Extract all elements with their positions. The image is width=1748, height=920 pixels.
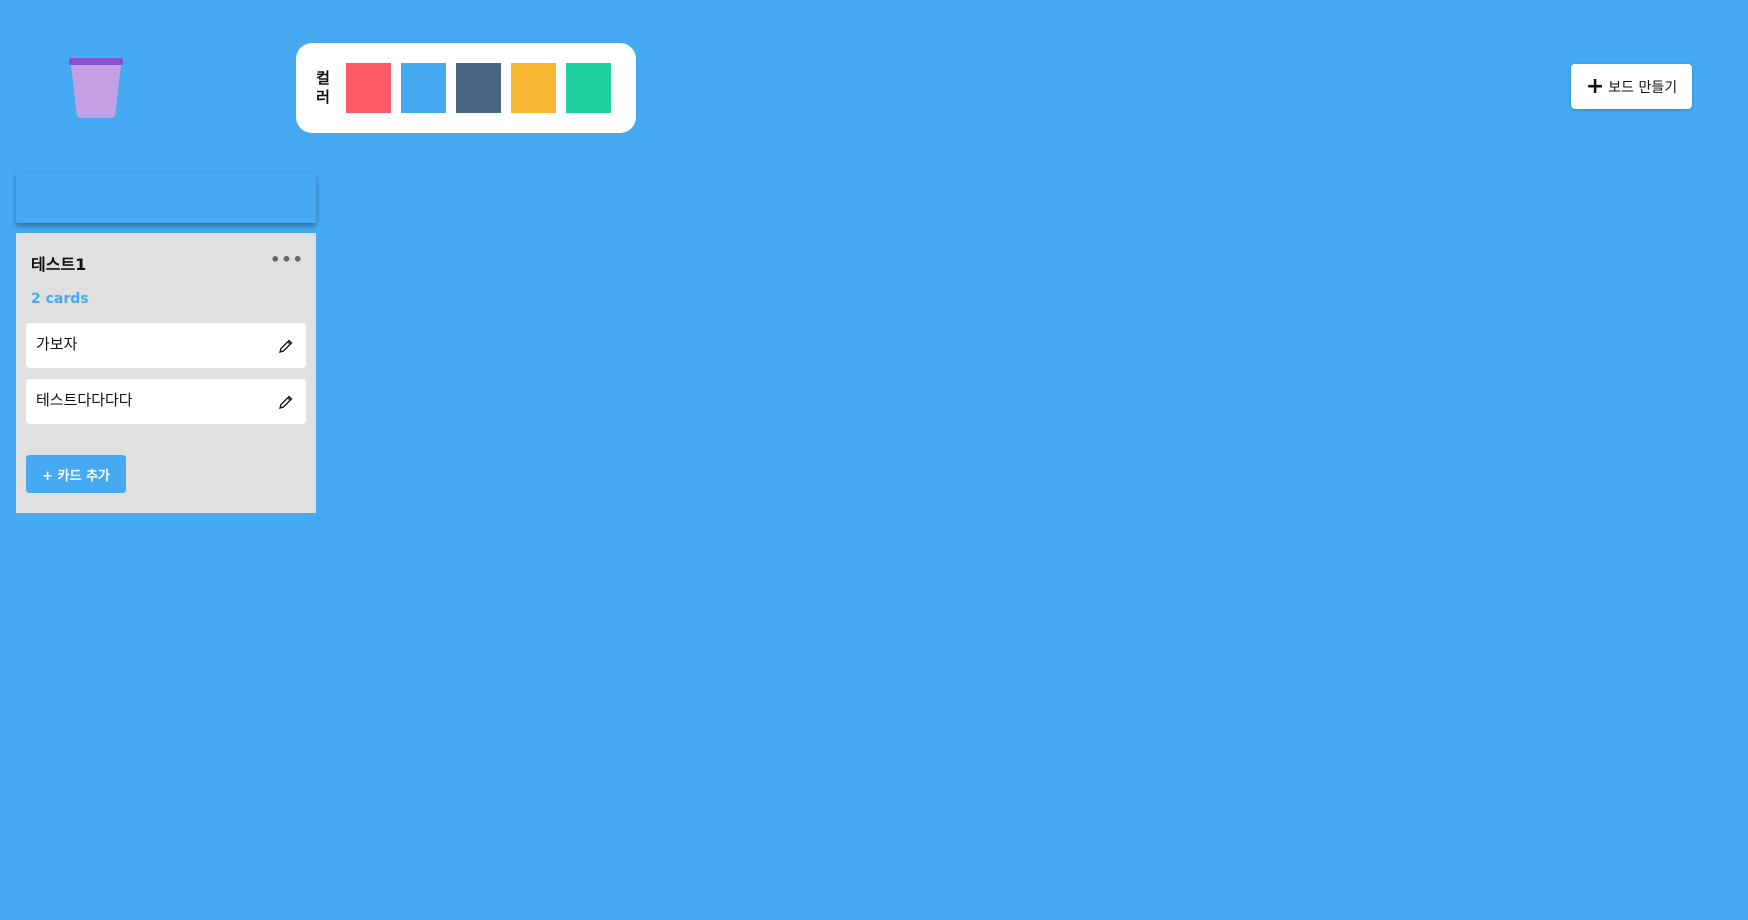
pencil-icon[interactable] (278, 394, 294, 410)
color-palette: 컬러 (296, 43, 636, 133)
color-swatch-blue[interactable] (401, 63, 446, 113)
create-board-label: 보드 만들기 (1608, 79, 1678, 96)
color-swatch-red[interactable] (346, 63, 391, 113)
add-card-button[interactable]: + 카드 추가 (26, 455, 126, 493)
card-text: 테스트다다다다 (36, 391, 133, 409)
list-column: 테스트1 ••• 2 cards 가보자 테스트다다다다 + 카드 추가 (16, 233, 316, 513)
card-item[interactable]: 가보자 (26, 323, 306, 368)
list-title: 테스트1 (31, 255, 87, 274)
plus-icon: + (1585, 73, 1605, 99)
card-count: 2 cards (31, 291, 89, 307)
create-board-button[interactable]: + 보드 만들기 (1571, 64, 1692, 109)
color-swatch-yellow[interactable] (511, 63, 556, 113)
pencil-icon[interactable] (278, 338, 294, 354)
color-swatch-green[interactable] (566, 63, 611, 113)
card-item[interactable]: 테스트다다다다 (26, 379, 306, 424)
palette-label: 컬러 (316, 69, 330, 106)
board-header (16, 173, 316, 223)
more-options-icon[interactable]: ••• (270, 249, 303, 269)
card-text: 가보자 (36, 335, 78, 353)
color-swatch-slate[interactable] (456, 63, 501, 113)
trash-icon[interactable] (67, 56, 125, 118)
